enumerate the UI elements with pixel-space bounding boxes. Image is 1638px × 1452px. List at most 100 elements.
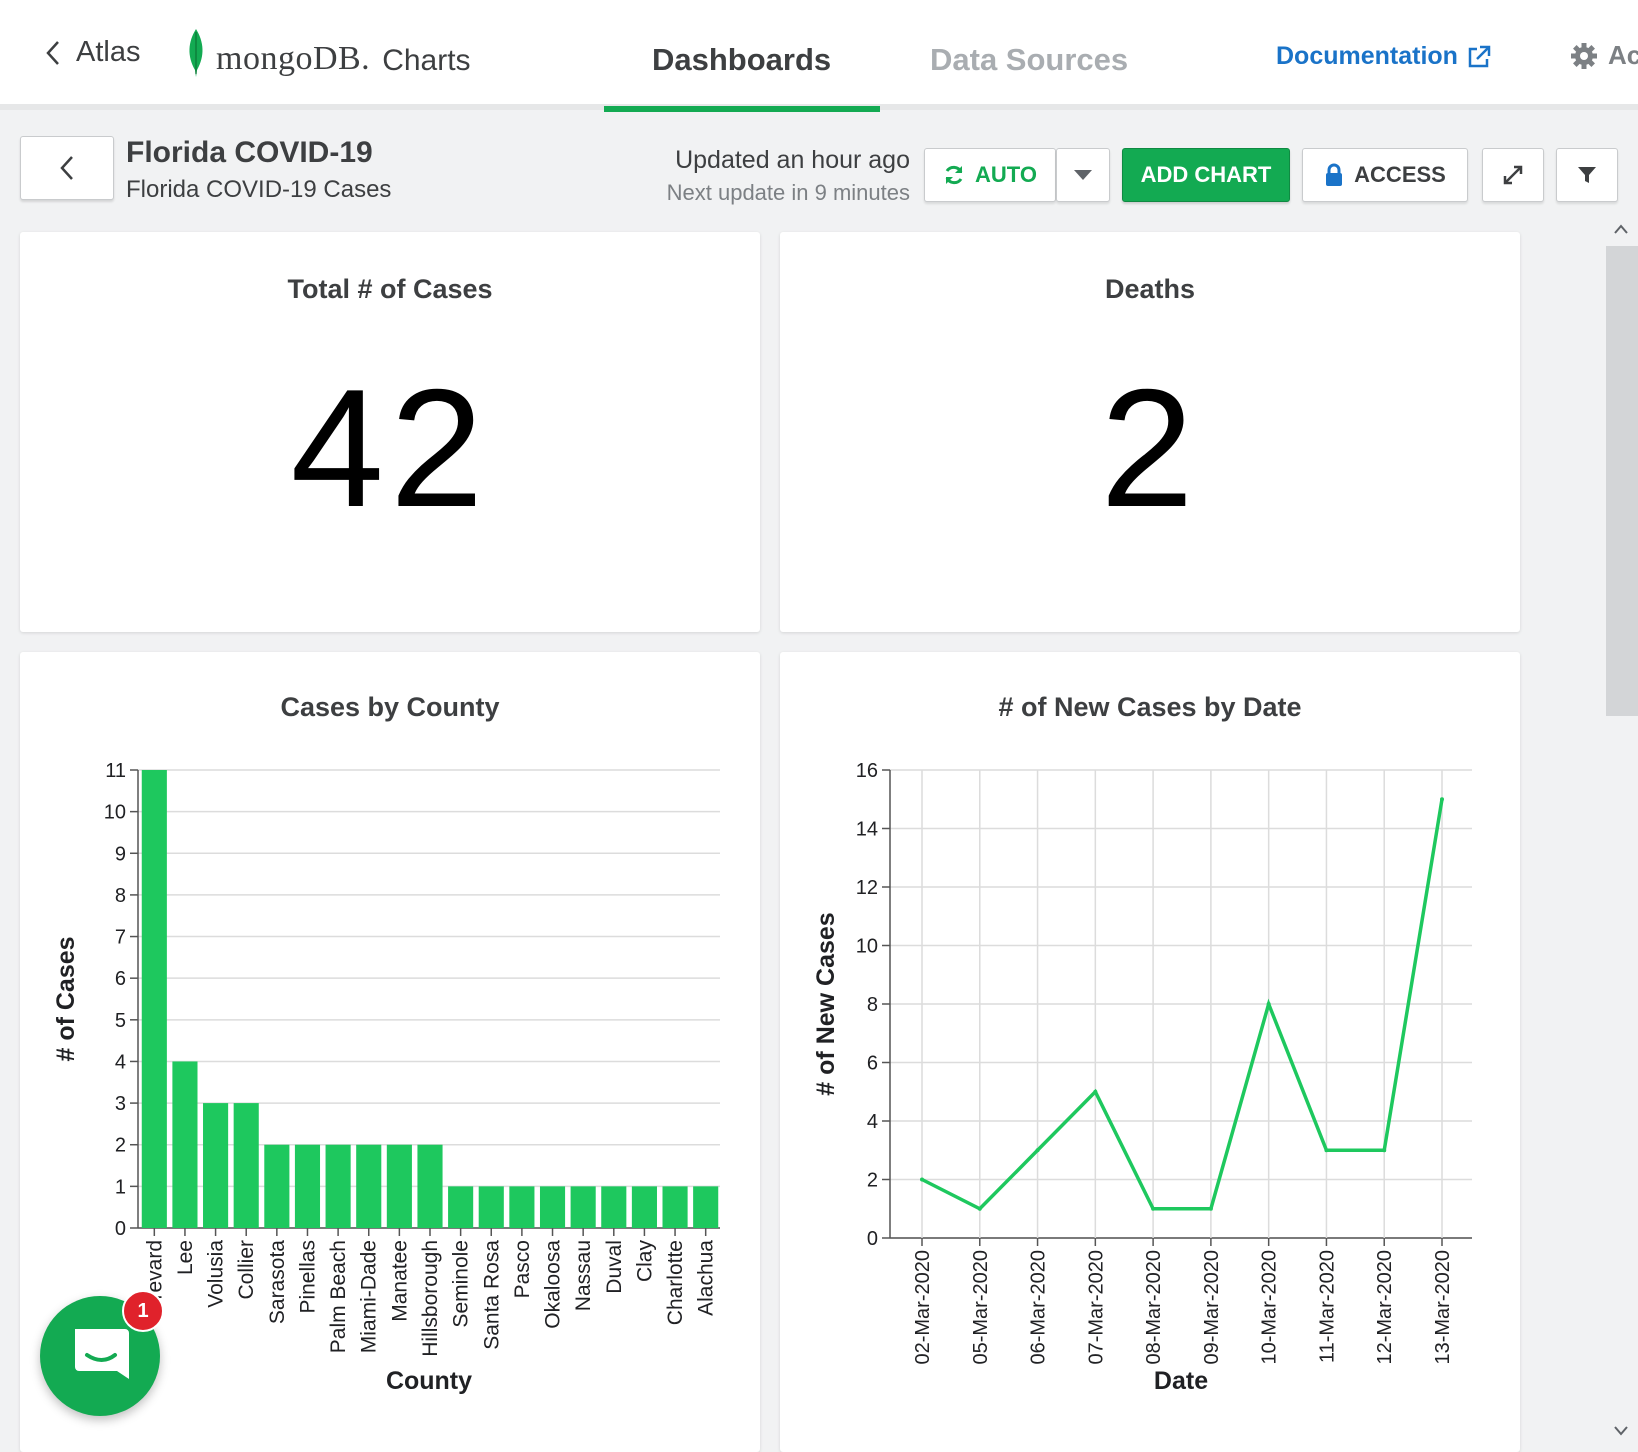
x-tick-label: 06-Mar-2020	[1028, 1250, 1050, 1365]
bar	[264, 1144, 290, 1228]
y-tick-label: 4	[867, 1111, 878, 1133]
bar	[356, 1144, 382, 1228]
documentation-label: Documentation	[1276, 42, 1458, 70]
x-tick-label: Duval	[603, 1240, 626, 1294]
page-scrollbar[interactable]	[1604, 214, 1638, 1452]
account-menu[interactable]: Ac	[1570, 40, 1638, 71]
x-tick-label: 09-Mar-2020	[1201, 1250, 1223, 1365]
new-cases-by-date-card[interactable]: # of New Cases by Date 0 2 4 6 8 10 12 14 16 # of…	[780, 652, 1520, 1452]
brand-mongodb-text: mongoDB.	[216, 40, 371, 77]
x-tick-label: Okaloosa	[542, 1240, 565, 1329]
brand-charts-text: Charts	[382, 44, 471, 77]
access-label: ACCESS	[1354, 162, 1446, 187]
y-axis-title: # of New Cases	[812, 912, 840, 1095]
account-label: Ac	[1608, 40, 1638, 70]
y-tick-label: 9	[115, 843, 126, 865]
x-axis-title: Date	[1154, 1367, 1208, 1395]
x-tick-label: Hillsborough	[419, 1240, 442, 1357]
y-tick-label: 5	[115, 1010, 126, 1032]
add-chart-button[interactable]: ADD CHART	[1122, 148, 1290, 202]
x-tick-label: Alachua	[695, 1240, 718, 1316]
chat-icon	[75, 1329, 129, 1379]
dashboard-header: Florida COVID-19 Florida COVID-19 Cases …	[0, 130, 1638, 210]
data-point	[1151, 1206, 1156, 1211]
deaths-title: Deaths	[1104, 274, 1196, 304]
tab-data-sources[interactable]: Data Sources	[930, 42, 1128, 78]
documentation-link[interactable]: Documentation	[1276, 42, 1492, 71]
y-tick-label: 8	[867, 994, 878, 1016]
x-tick-label: Manatee	[388, 1240, 411, 1322]
x-tick-label: Pasco	[511, 1240, 534, 1298]
total-cases-card[interactable]: Total # of Cases 42	[20, 232, 760, 632]
x-tick-label: Clay	[633, 1240, 656, 1283]
bar	[478, 1186, 504, 1228]
back-button[interactable]	[20, 136, 114, 200]
y-tick-label: 2	[867, 1170, 878, 1192]
bar	[570, 1186, 596, 1228]
external-link-icon	[1468, 45, 1491, 67]
x-tick-label: Seminole	[450, 1240, 473, 1328]
y-tick-label: 3	[115, 1093, 126, 1115]
deaths-card[interactable]: Deaths 2	[780, 232, 1520, 632]
y-tick-label: 10	[104, 802, 126, 824]
caret-down-icon	[1074, 170, 1092, 180]
x-tick-label: Lee	[174, 1240, 197, 1275]
y-tick-label: 2	[115, 1135, 126, 1157]
x-tick-label: 02-Mar-2020	[912, 1250, 934, 1365]
back-label: Atlas	[76, 36, 141, 68]
x-tick-label: 05-Mar-2020	[970, 1250, 992, 1365]
y-tick-label: 8	[115, 885, 126, 907]
active-tab-indicator	[604, 106, 880, 112]
y-tick-label: 16	[856, 760, 878, 782]
data-point	[1093, 1089, 1098, 1094]
data-point	[977, 1206, 982, 1211]
y-tick-label: 6	[867, 1053, 878, 1075]
y-tick-label: 7	[115, 927, 126, 949]
y-tick-label: 11	[105, 760, 126, 782]
top-nav: Atlas mongoDB. Charts Dashboards Data So…	[0, 0, 1638, 112]
data-point	[1266, 1002, 1271, 1006]
bar	[233, 1103, 259, 1228]
x-tick-label: 13-Mar-2020	[1432, 1250, 1454, 1365]
new-cases-by-date-chart: 0 2 4 6 8 10 12 14 16 # of New Cases Date 02-Mar-20…	[812, 760, 1472, 1395]
y-tick-label: 6	[115, 968, 126, 990]
bar	[141, 770, 167, 1228]
back-to-atlas-link[interactable]: Atlas	[44, 36, 140, 69]
y-tick-label: 10	[856, 936, 878, 958]
fullscreen-button[interactable]	[1482, 148, 1544, 202]
bar	[417, 1144, 443, 1228]
tab-dashboards[interactable]: Dashboards	[652, 42, 831, 78]
auto-label: AUTO	[975, 162, 1037, 187]
x-tick-label: 12-Mar-2020	[1374, 1250, 1396, 1365]
x-tick-label: Charlotte	[664, 1240, 687, 1325]
expand-icon	[1503, 165, 1523, 185]
x-tick-label: 11-Mar-2020	[1316, 1250, 1338, 1363]
mongodb-leaf-icon	[189, 29, 203, 77]
auto-refresh-button[interactable]: AUTO	[924, 148, 1056, 202]
y-tick-label: 1	[115, 1176, 126, 1198]
bar	[448, 1186, 474, 1228]
scroll-up-arrow-icon[interactable]	[1612, 222, 1630, 236]
scrollbar-thumb[interactable]	[1606, 246, 1638, 716]
scroll-down-arrow-icon[interactable]	[1612, 1424, 1630, 1438]
data-point	[1382, 1148, 1387, 1153]
x-tick-label: Pinellas	[296, 1240, 319, 1314]
x-tick-label: Santa Rosa	[480, 1240, 503, 1350]
access-button[interactable]: ACCESS	[1302, 148, 1468, 202]
chevron-left-icon	[46, 40, 59, 65]
x-tick-label: Sarasota	[266, 1240, 289, 1324]
x-tick-label: Nassau	[572, 1240, 595, 1311]
lock-icon	[1326, 163, 1343, 186]
bar	[172, 1061, 198, 1228]
data-point	[1440, 797, 1444, 802]
total-cases-title: Total # of Cases	[287, 274, 493, 304]
filter-button[interactable]	[1556, 148, 1618, 202]
x-tick-label: Miami-Dade	[358, 1240, 381, 1353]
refresh-options-dropdown[interactable]	[1056, 148, 1110, 202]
mongodb-charts-logo: mongoDB. Charts	[184, 28, 471, 78]
updated-status: Updated an hour ago	[675, 146, 910, 174]
bar	[631, 1186, 657, 1228]
bar	[662, 1186, 688, 1228]
x-tick-label: Collier	[235, 1240, 258, 1300]
total-cases-value: 42	[290, 354, 490, 542]
